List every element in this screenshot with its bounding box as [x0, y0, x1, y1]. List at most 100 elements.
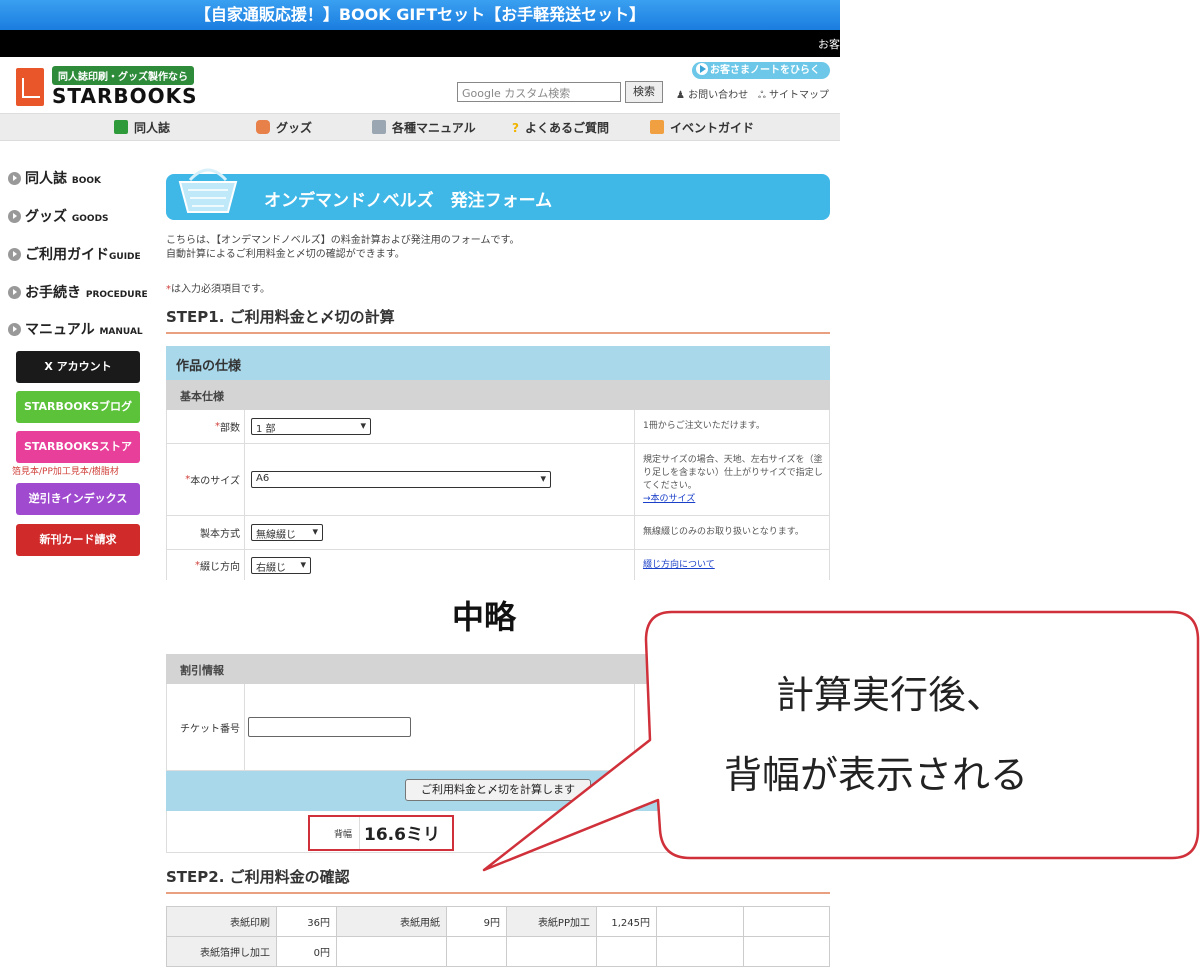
divider	[166, 892, 830, 894]
direction-select[interactable]: 右綴じ	[251, 556, 311, 574]
sidebar-item-procedure[interactable]: お手続き PROCEDURE	[8, 282, 148, 302]
table-row: 表紙印刷 36円 表紙用紙 9円 表紙PP加工 1,245円	[166, 906, 830, 937]
sidebar-label: 同人誌	[25, 171, 67, 187]
nav-item-manual[interactable]: 各種マニュアル	[372, 119, 476, 136]
logo-name: STARBOOKS	[52, 84, 198, 108]
customer-note-button[interactable]: お客さまノートをひらく	[692, 62, 830, 79]
site-logo[interactable]: 同人誌印刷・グッズ製作なら STARBOOKS	[16, 66, 216, 110]
omitted-label: 中略	[452, 598, 517, 636]
nav-label: 各種マニュアル	[392, 121, 476, 135]
fee-value: 1,245円	[596, 906, 657, 937]
field-note: 無線綴じのみのお取り扱いとなります。	[643, 527, 804, 537]
nav-item-event[interactable]: イベントガイド	[650, 119, 754, 136]
callout-line-2: 背幅が表示される	[724, 753, 1029, 797]
field-note: 綴じ方向について	[639, 550, 829, 580]
divider	[166, 332, 830, 334]
logo-mark-icon	[16, 68, 44, 106]
table-cell	[336, 936, 447, 967]
new-card-banner[interactable]: 新刊カード請求	[16, 524, 140, 556]
arrow-icon	[8, 323, 21, 336]
nav-label: 同人誌	[134, 121, 171, 135]
blog-banner[interactable]: STARBOOKSブログ	[16, 391, 140, 423]
question-icon: ?	[512, 121, 519, 135]
contact-link[interactable]: ♟ お問い合わせ	[676, 86, 748, 101]
store-note: 箔見本/PP加工見本/樹脂材	[12, 467, 119, 477]
sidebar-sub: BOOK	[71, 176, 102, 186]
field-control: A6	[247, 444, 635, 515]
direction-link[interactable]: 綴じ方向について	[643, 559, 825, 572]
search-button[interactable]: 検索	[625, 81, 663, 103]
nav-label: イベントガイド	[670, 121, 755, 135]
field-control: 1 部	[247, 410, 635, 443]
book-size-link[interactable]: →本のサイズ	[643, 493, 825, 506]
nav-item-doujinshi[interactable]: 同人誌	[114, 119, 170, 136]
index-banner[interactable]: 逆引きインデックス	[16, 483, 140, 515]
field-note: 規定サイズの場合、天地、左右サイズを（塗り足しを含まない）仕上がりサイズで指定し…	[639, 444, 829, 515]
ticket-number-input[interactable]	[248, 717, 411, 737]
sidebar-item-manual[interactable]: マニュアル MANUAL	[8, 319, 143, 339]
intro-line: こちらは、【オンデマンドノベルズ】の料金計算および発注用のフォームです。	[166, 235, 520, 246]
play-icon	[696, 63, 708, 75]
basket-icon	[178, 168, 238, 213]
field-label: 製本方式	[167, 516, 245, 549]
sidebar-label: ご利用ガイド	[25, 247, 109, 263]
sidebar-item-goods[interactable]: グッズ GOODS	[8, 206, 109, 226]
field-control: 無線綴じ	[247, 516, 635, 549]
spine-result-row	[166, 811, 830, 853]
sitemap-icon: ஃ	[758, 90, 770, 101]
sidebar-item-book[interactable]: 同人誌 BOOK	[8, 168, 101, 188]
store-banner[interactable]: STARBOOKSストア	[16, 431, 140, 463]
fee-table: 表紙印刷 36円 表紙用紙 9円 表紙PP加工 1,245円 表紙箔押し加工 0…	[166, 906, 830, 967]
sidebar-label: お手続き	[25, 285, 81, 301]
person-icon: ♟	[676, 90, 689, 101]
contact-label: お問い合わせ	[688, 90, 749, 101]
spine-value: 16.6ミリ	[364, 825, 440, 845]
search-input[interactable]: Google カスタム検索	[457, 82, 621, 102]
binding-select[interactable]: 無線綴じ	[251, 524, 323, 541]
field-label: * 本のサイズ	[167, 444, 245, 515]
table-cell	[446, 936, 507, 967]
table-cell	[742, 936, 830, 967]
x-account-banner[interactable]: X アカウント	[16, 351, 140, 383]
basic-spec-heading: 基本仕様	[166, 380, 830, 410]
intro-line: 自動計算によるご利用料金と〆切の確認ができます。	[166, 249, 405, 260]
sidebar-sub: MANUAL	[99, 327, 143, 337]
arrow-icon	[8, 286, 21, 299]
required-note-text: は入力必須項目です。	[171, 284, 270, 295]
table-cell	[656, 906, 744, 937]
book-size-select[interactable]: A6	[251, 471, 551, 488]
required-note: *は入力必須項目です。	[166, 280, 270, 295]
callout-line-1: 計算実行後、	[776, 673, 1005, 717]
arrow-icon	[8, 210, 21, 223]
table-cell	[742, 906, 830, 937]
sidebar-label: グッズ	[25, 209, 67, 225]
fee-label: 表紙用紙	[336, 906, 447, 937]
form-title-bar: オンデマンドノベルズ 発注フォーム	[166, 168, 830, 220]
sitemap-link[interactable]: ஃ サイトマップ	[758, 86, 829, 102]
sidebar-sub: PROCEDURE	[85, 290, 148, 300]
nav-item-goods[interactable]: グッズ	[256, 119, 312, 136]
table-cell	[656, 936, 744, 967]
page-title: オンデマンドノベルズ 発注フォーム	[264, 191, 553, 211]
calculate-button[interactable]: ご利用料金と〆切を計算します	[405, 779, 591, 801]
table-row: 表紙箔押し加工 0円	[166, 936, 830, 967]
sidebar-sub: GOODS	[71, 214, 109, 224]
fee-value: 0円	[276, 936, 337, 967]
nav-item-faq[interactable]: ? よくあるご質問	[512, 119, 609, 136]
copies-select[interactable]: 1 部	[251, 418, 371, 435]
promo-banner[interactable]: 【自家通販応援！】BOOK GIFTセット【お手軽発送セット】	[0, 0, 840, 30]
form-row-copies: *部数 1 部 1冊からご注文いただけます。	[166, 410, 830, 444]
nav-label: グッズ	[276, 121, 313, 135]
fee-label: 表紙箔押し加工	[166, 936, 277, 967]
top-bar-link[interactable]: お客	[818, 36, 840, 52]
nav-label: よくあるご質問	[524, 121, 609, 135]
table-cell	[596, 936, 657, 967]
sidebar-item-guide[interactable]: ご利用ガイドGUIDE	[8, 244, 141, 264]
form-row-direction: *綴じ方向 右綴じ 綴じ方向について	[166, 550, 830, 580]
arrow-icon	[8, 172, 21, 185]
event-icon	[650, 120, 664, 134]
top-black-bar: お客	[0, 30, 840, 57]
field-control: 右綴じ	[247, 550, 635, 580]
arrow-icon	[8, 248, 21, 261]
manual-icon	[372, 120, 386, 134]
